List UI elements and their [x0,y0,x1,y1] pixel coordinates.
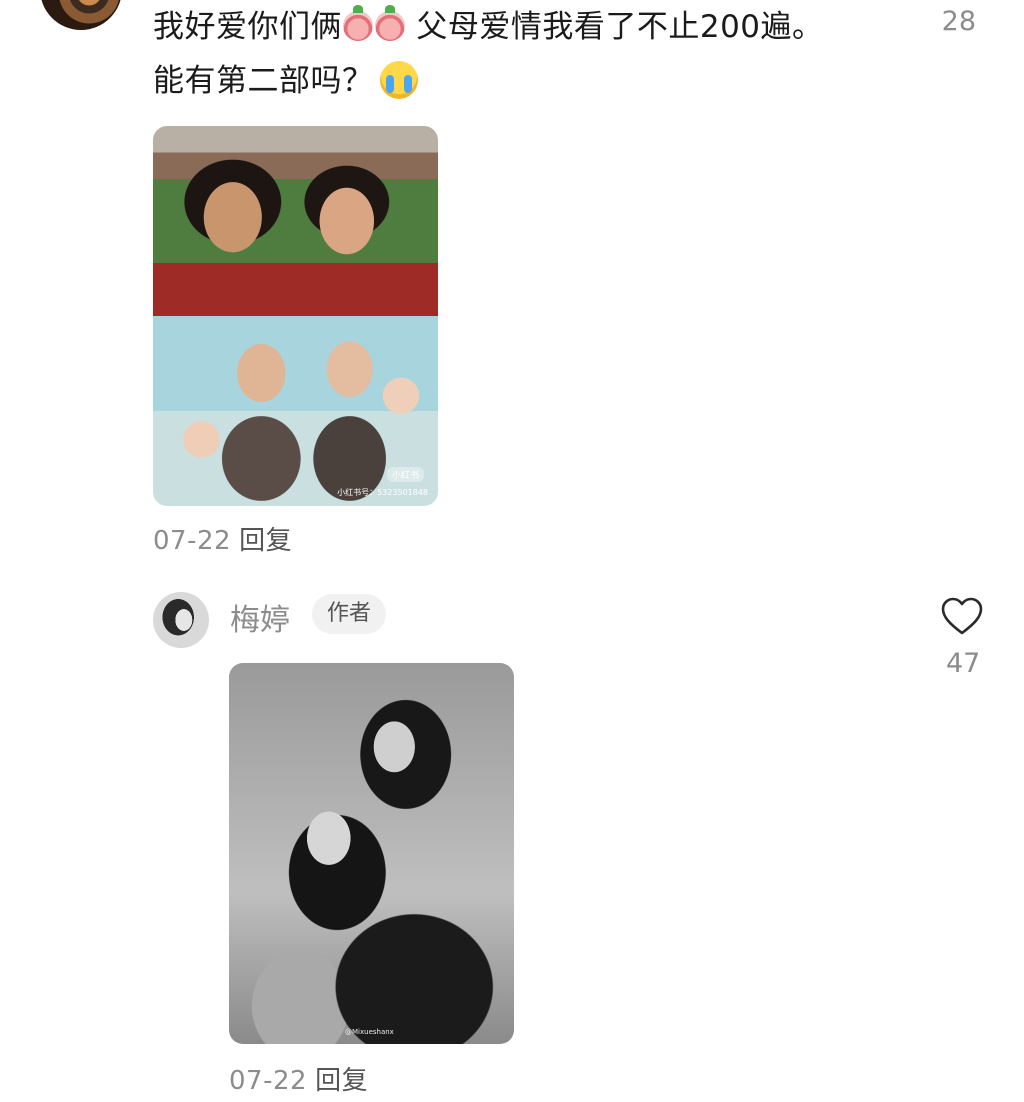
peach-face-emoji-icon [375,5,405,41]
comment-text-part3: 能有第二部吗？ [153,63,374,99]
reply-date: 07-22 [229,1066,308,1096]
reply-button[interactable]: 回复 [315,1066,368,1096]
comment-date: 07-22 [153,526,232,556]
commenter-avatar[interactable] [40,0,122,30]
reply-button[interactable]: 回复 [239,526,292,556]
comment-photo[interactable]: 小红书 小红书号：5323501848 [153,126,438,506]
author-avatar[interactable] [153,592,209,648]
reply-meta: 07-22 回复 [229,1060,368,1097]
photo-watermark: @Mixueshanx [345,1028,394,1036]
loudly-crying-face-icon [379,61,418,99]
author-badge: 作者 [312,594,387,634]
comment-text-part2: 父母爱情我看了不止200遍。 [406,9,824,45]
comment-text: 我好爱你们俩 父母爱情我看了不止200遍。 能有第二部吗？ [153,0,893,108]
photo-top-half [153,126,438,316]
peach-face-emoji-icon [343,5,373,41]
photo-watermark-brand: 小红书 [386,467,424,482]
reply-photo[interactable]: @Mixueshanx [229,663,514,1044]
heart-outline-icon[interactable] [940,596,984,636]
comment-text-part1: 我好爱你们俩 [153,9,342,45]
author-name[interactable]: 梅婷 [230,595,290,639]
photo-watermark-id: 小红书号：5323501848 [337,488,428,497]
comment-meta: 07-22 回复 [153,520,292,557]
comment-like-count[interactable]: 28 [942,6,976,37]
reply-like-count[interactable]: 47 [946,648,980,679]
